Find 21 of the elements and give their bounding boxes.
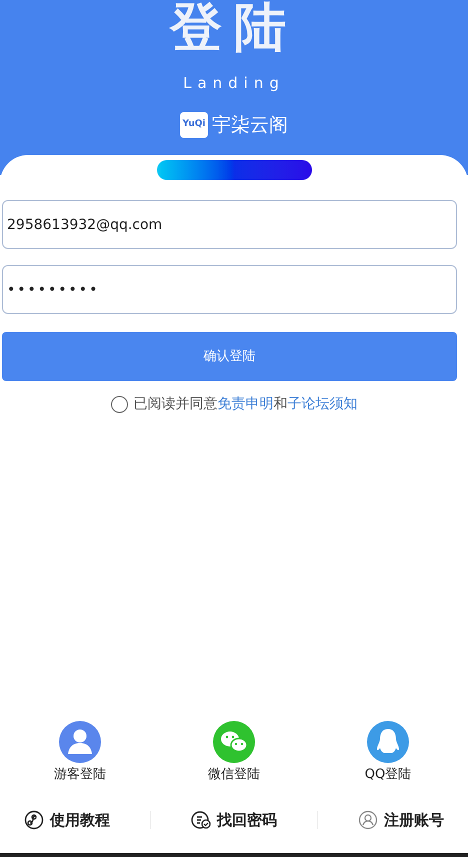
person-icon[interactable] bbox=[59, 721, 101, 763]
page-subtitle: Landing bbox=[183, 73, 285, 94]
agreement-link[interactable]: 免责申明 bbox=[218, 396, 274, 412]
agreement-checkbox[interactable] bbox=[110, 396, 128, 413]
agreement-text: 已阅读并同意免责申明和子论坛须知 bbox=[134, 395, 358, 414]
account-field[interactable]: 2958613932@qq.com bbox=[2, 200, 457, 249]
login-option-label[interactable]: 游客登陆 bbox=[54, 765, 106, 784]
chat-bubbles-icon[interactable] bbox=[213, 721, 255, 763]
brand-name: 宇柒云阁 bbox=[212, 112, 288, 138]
agreement-link[interactable]: 子论坛须知 bbox=[288, 396, 358, 412]
brand-logo: YuQi bbox=[180, 112, 208, 138]
footer-link[interactable]: 使用教程 bbox=[24, 808, 110, 831]
page-title: 登陆 bbox=[170, 2, 298, 58]
penguin-icon[interactable] bbox=[367, 721, 409, 763]
password-field[interactable]: ••••••••• bbox=[2, 265, 457, 314]
user-icon bbox=[358, 810, 378, 830]
login-button[interactable]: 确认登陆 bbox=[2, 332, 457, 381]
footer-link[interactable]: 注册账号 bbox=[358, 808, 444, 831]
login-option-label[interactable]: 微信登陆 bbox=[208, 765, 260, 784]
footer-link[interactable]: 找回密码 bbox=[191, 808, 277, 831]
login-option-label[interactable]: QQ登陆 bbox=[364, 765, 412, 784]
